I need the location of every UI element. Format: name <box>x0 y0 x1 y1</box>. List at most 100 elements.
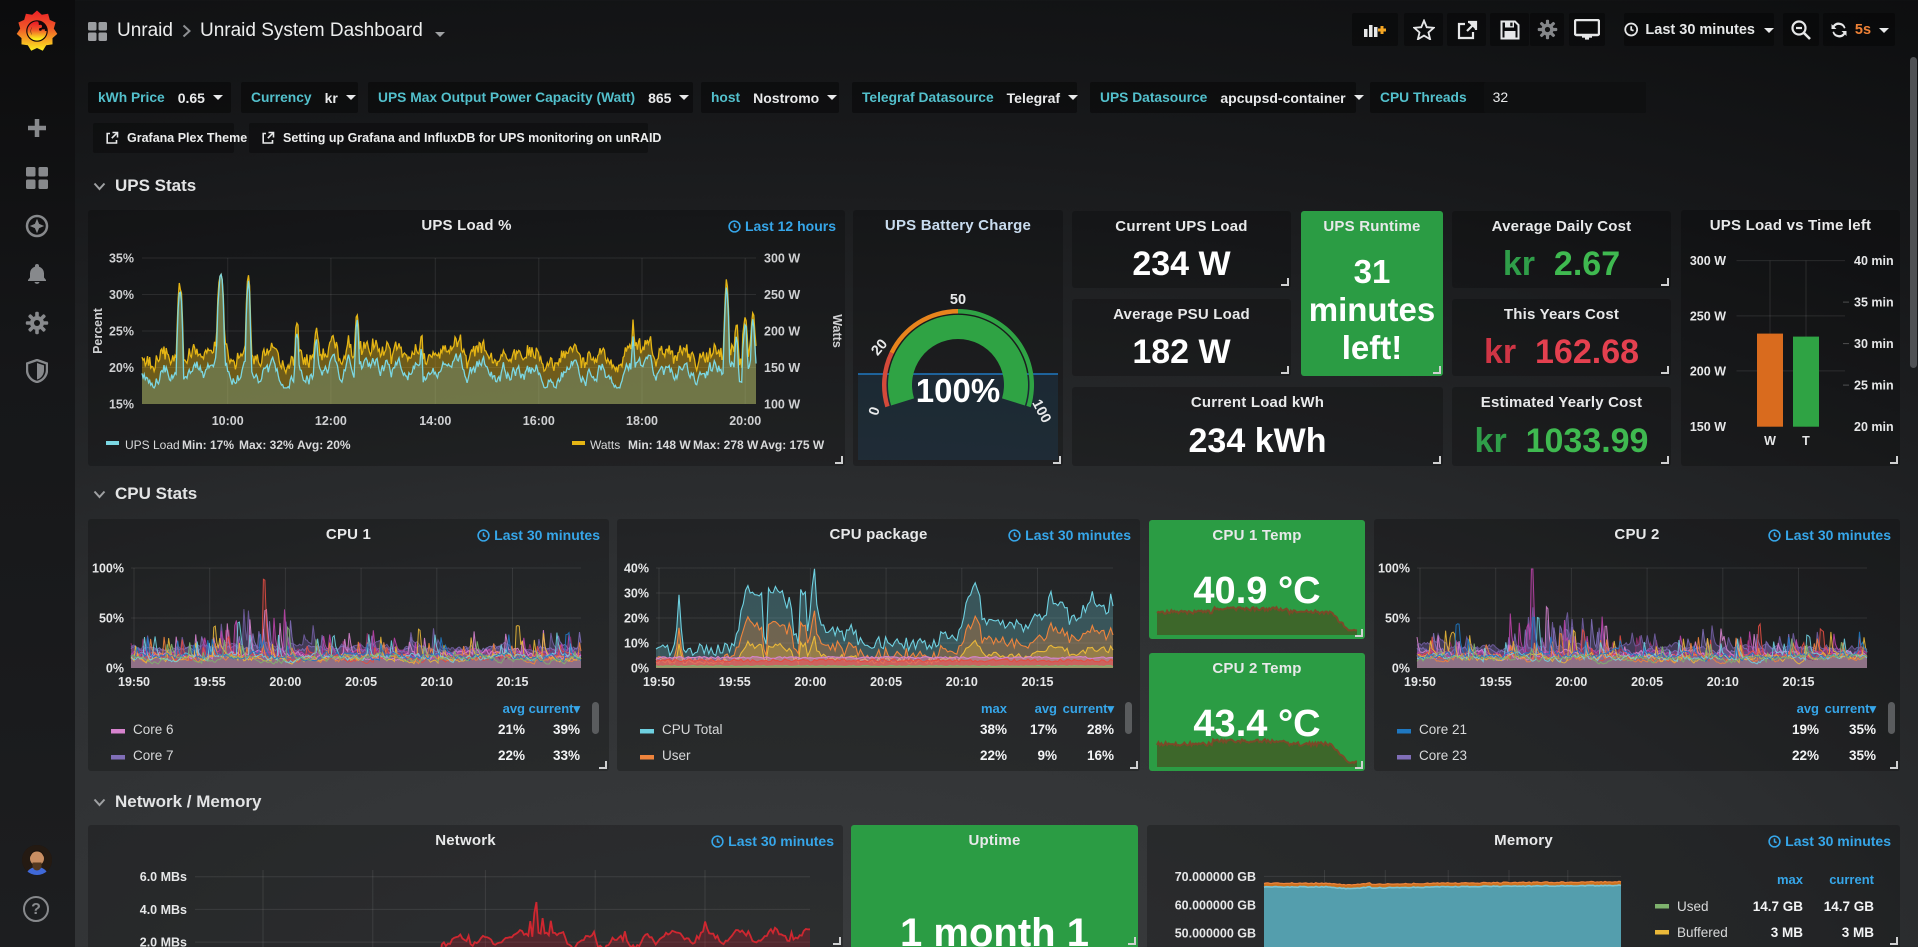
svg-text:20 min: 20 min <box>1854 420 1894 434</box>
svg-text:20: 20 <box>868 336 891 359</box>
svg-text:Avg: 20%: Avg: 20% <box>297 438 351 452</box>
svg-text:40 min: 40 min <box>1854 254 1894 268</box>
svg-text:Max: 278 W: Max: 278 W <box>693 438 759 452</box>
svg-text:Core 23: Core 23 <box>1419 748 1467 763</box>
svg-text:70.000000 GB: 70.000000 GB <box>1175 870 1256 884</box>
svg-text:Percent: Percent <box>91 307 105 354</box>
svg-text:16:00: 16:00 <box>523 414 555 428</box>
svg-text:20:10: 20:10 <box>946 675 978 689</box>
svg-text:60.000000 GB: 60.000000 GB <box>1175 898 1256 912</box>
svg-text:UPS Load: UPS Load <box>125 438 180 452</box>
svg-text:22%: 22% <box>1792 748 1819 763</box>
svg-text:17%: 17% <box>1030 722 1057 737</box>
svg-text:Core 7: Core 7 <box>133 748 174 763</box>
svg-text:4.0 MBs: 4.0 MBs <box>140 903 187 917</box>
svg-text:250 W: 250 W <box>764 288 800 302</box>
svg-text:Max: 32%: Max: 32% <box>239 438 294 452</box>
svg-text:28%: 28% <box>1087 722 1114 737</box>
svg-text:50.000000 GB: 50.000000 GB <box>1175 927 1256 941</box>
svg-text:avg: avg <box>1797 701 1819 716</box>
svg-text:Min: 148 W: Min: 148 W <box>628 438 691 452</box>
svg-text:50: 50 <box>950 292 966 308</box>
svg-text:Watts: Watts <box>830 314 844 348</box>
svg-text:20:00: 20:00 <box>269 675 301 689</box>
svg-text:19:50: 19:50 <box>118 675 150 689</box>
svg-text:20:05: 20:05 <box>345 675 377 689</box>
svg-text:21%: 21% <box>498 722 525 737</box>
svg-text:current▾: current▾ <box>529 701 581 716</box>
svg-text:20:05: 20:05 <box>1631 675 1663 689</box>
svg-text:300 W: 300 W <box>1690 254 1726 268</box>
svg-text:18:00: 18:00 <box>626 414 658 428</box>
svg-text:30 min: 30 min <box>1854 337 1894 351</box>
svg-text:6.0 MBs: 6.0 MBs <box>140 870 187 884</box>
svg-text:200 W: 200 W <box>1690 364 1726 378</box>
svg-text:20:00: 20:00 <box>794 675 826 689</box>
svg-text:19:55: 19:55 <box>719 675 751 689</box>
svg-text:current▾: current▾ <box>1825 701 1877 716</box>
svg-text:19:50: 19:50 <box>643 675 675 689</box>
svg-text:20:15: 20:15 <box>1783 675 1815 689</box>
svg-text:avg: avg <box>503 701 525 716</box>
svg-text:25 min: 25 min <box>1854 379 1894 393</box>
svg-text:22%: 22% <box>980 748 1007 763</box>
svg-text:30%: 30% <box>109 288 134 302</box>
svg-text:T: T <box>1802 434 1810 448</box>
svg-text:10:00: 10:00 <box>212 414 244 428</box>
svg-text:35%: 35% <box>109 252 134 266</box>
svg-text:14:00: 14:00 <box>419 414 451 428</box>
svg-text:40%: 40% <box>624 562 649 576</box>
svg-text:19:50: 19:50 <box>1404 675 1436 689</box>
svg-text:100%: 100% <box>92 562 124 576</box>
svg-text:39%: 39% <box>553 722 580 737</box>
svg-text:50%: 50% <box>1385 612 1410 626</box>
svg-text:19%: 19% <box>1792 722 1819 737</box>
svg-text:200 W: 200 W <box>764 325 800 339</box>
svg-text:max: max <box>981 701 1008 716</box>
svg-text:22%: 22% <box>498 748 525 763</box>
svg-text:50%: 50% <box>99 612 124 626</box>
svg-text:20:00: 20:00 <box>1555 675 1587 689</box>
svg-text:300 W: 300 W <box>764 252 800 266</box>
svg-text:Buffered: Buffered <box>1677 925 1728 940</box>
svg-text:CPU Total: CPU Total <box>662 722 723 737</box>
svg-text:25%: 25% <box>109 325 134 339</box>
svg-text:2.0 MBs: 2.0 MBs <box>140 936 187 947</box>
svg-text:9%: 9% <box>1037 748 1057 763</box>
svg-text:avg: avg <box>1035 701 1057 716</box>
svg-text:20:10: 20:10 <box>1707 675 1739 689</box>
svg-text:10%: 10% <box>624 637 649 651</box>
svg-text:35%: 35% <box>1849 722 1876 737</box>
svg-text:19:55: 19:55 <box>1480 675 1512 689</box>
svg-text:max: max <box>1777 872 1804 887</box>
svg-text:0%: 0% <box>106 662 124 676</box>
svg-text:20:15: 20:15 <box>1022 675 1054 689</box>
svg-text:W: W <box>1764 434 1776 448</box>
svg-text:3 MB: 3 MB <box>1842 925 1875 940</box>
svg-text:100%: 100% <box>1378 562 1410 576</box>
svg-text:100%: 100% <box>916 372 1000 409</box>
svg-text:150 W: 150 W <box>1690 420 1726 434</box>
svg-text:User: User <box>662 748 691 763</box>
svg-text:20:05: 20:05 <box>870 675 902 689</box>
svg-text:20:15: 20:15 <box>497 675 529 689</box>
svg-text:3 MB: 3 MB <box>1771 925 1804 940</box>
svg-text:30%: 30% <box>624 587 649 601</box>
svg-text:12:00: 12:00 <box>315 414 347 428</box>
svg-text:0%: 0% <box>1392 662 1410 676</box>
svg-text:Used: Used <box>1677 899 1709 914</box>
svg-text:15%: 15% <box>109 398 134 412</box>
svg-text:20%: 20% <box>624 612 649 626</box>
svg-text:150 W: 150 W <box>764 361 800 375</box>
svg-text:Avg: 175 W: Avg: 175 W <box>760 438 825 452</box>
svg-text:14.7 GB: 14.7 GB <box>1824 899 1875 914</box>
svg-text:35 min: 35 min <box>1854 296 1894 310</box>
svg-text:Core 21: Core 21 <box>1419 722 1467 737</box>
svg-text:0%: 0% <box>631 662 649 676</box>
svg-text:Watts: Watts <box>590 438 620 452</box>
svg-text:20:10: 20:10 <box>421 675 453 689</box>
svg-text:100 W: 100 W <box>764 398 800 412</box>
svg-text:33%: 33% <box>553 748 580 763</box>
svg-text:38%: 38% <box>980 722 1007 737</box>
svg-text:20%: 20% <box>109 361 134 375</box>
